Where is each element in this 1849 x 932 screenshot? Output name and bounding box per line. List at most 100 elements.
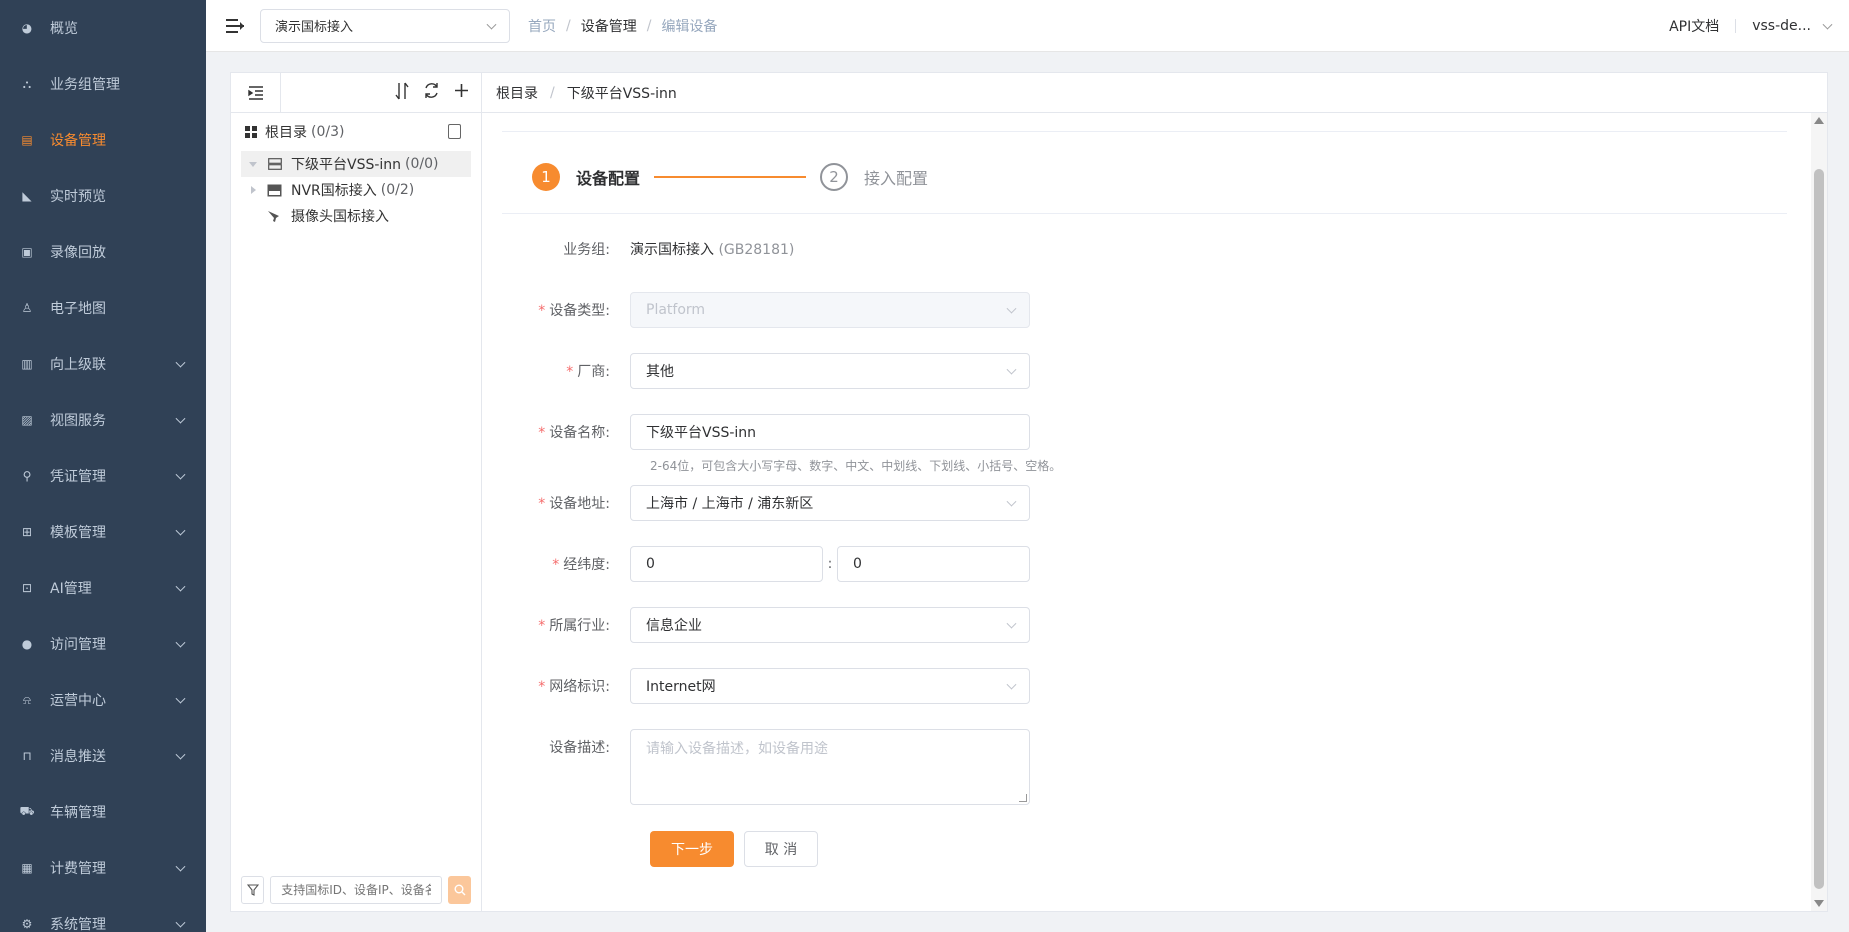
sidebar-item-label: AI管理 <box>50 581 92 597</box>
sidebar-item-8[interactable]: ⚲ 凭证管理 <box>0 448 206 504</box>
device-name-hint: 2-64位，可包含大小写字母、数字、中文、中划线、下划线、小括号、空格。 <box>650 459 1062 473</box>
required-mark: * <box>538 425 546 441</box>
car-icon: ⛟ <box>19 804 35 818</box>
collapse-tree-icon[interactable] <box>231 72 281 113</box>
chevron-down-icon <box>175 581 186 592</box>
sidebar-item-7[interactable]: ▨ 视图服务 <box>0 392 206 448</box>
main-card: 根目录 (0/3) 下级平台VSS-inn (0/0) NVR国标接入 (0/2) 摄像… <box>230 72 1828 912</box>
industry-select[interactable]: 信息企业 <box>630 607 1030 643</box>
bell-icon: ⍾ <box>23 692 31 707</box>
device-name-input[interactable]: 下级平台VSS-inn <box>630 414 1030 450</box>
sidebar-item-5[interactable]: ♙ 电子地图 <box>0 280 206 336</box>
user-menu[interactable]: vss-de... <box>1752 18 1833 34</box>
top-navbar: 演示国标接入 首页 / 设备管理 / 编辑设备 API文档 vss-de... <box>206 0 1849 52</box>
business-group-label: 业务组: <box>563 242 610 258</box>
next-step-button[interactable]: 下一步 <box>650 831 734 867</box>
sidebar-item-label: 向上级联 <box>50 357 106 373</box>
description-placeholder: 请输入设备描述，如设备用途 <box>646 741 828 757</box>
tree-root-count: (0/3) <box>311 124 345 140</box>
sidebar-item-11[interactable]: ● 访问管理 <box>0 616 206 672</box>
sidebar-item-13[interactable]: ⊓ 消息推送 <box>0 728 206 784</box>
api-docs-link[interactable]: API文档 <box>1669 16 1719 36</box>
dashboard-icon: ◕ <box>21 21 33 35</box>
address-cascader[interactable]: 上海市 / 上海市 / 浦东新区 <box>630 485 1030 521</box>
scrollbar[interactable] <box>1811 113 1827 911</box>
sidebar-item-label: 电子地图 <box>50 301 106 317</box>
export-icon[interactable] <box>448 124 461 139</box>
image-icon: ▨ <box>21 413 33 427</box>
search-button[interactable] <box>448 876 471 904</box>
scroll-down-arrow-icon[interactable] <box>1814 900 1824 907</box>
refresh-icon[interactable] <box>423 82 440 103</box>
chevron-down-icon <box>175 469 186 480</box>
grid-icon: ⊞ <box>21 525 33 539</box>
scrollbar-thumb[interactable] <box>1814 169 1824 889</box>
sidebar-item-14[interactable]: ⛟ 车辆管理 <box>0 784 206 840</box>
breadcrumb-home[interactable]: 首页 <box>528 16 556 36</box>
tree-search-input[interactable] <box>270 876 443 904</box>
sidebar-item-12[interactable]: ⍾ 运营中心 <box>0 672 206 728</box>
sidebar-item-6[interactable]: ▥ 向上级联 <box>0 336 206 392</box>
chevron-down-icon <box>486 19 497 30</box>
sort-icon[interactable] <box>395 82 409 104</box>
user-icon: ● <box>21 637 33 651</box>
sidebar-item-label: 模板管理 <box>50 525 106 541</box>
business-group-code: (GB28181) <box>718 242 795 258</box>
tree-node-label: 摄像头国标接入 <box>291 209 389 225</box>
sidebar-item-1[interactable]: ⛬ 业务组管理 <box>0 56 206 112</box>
business-group-select[interactable]: 演示国标接入 <box>260 8 510 43</box>
tree-node[interactable]: 下级平台VSS-inn (0/0) <box>241 151 471 177</box>
expand-toggle-icon[interactable] <box>251 186 256 194</box>
description-label: 设备描述: <box>549 740 610 756</box>
device-icon: ▤ <box>21 133 33 147</box>
network-select[interactable]: Internet网 <box>630 668 1030 704</box>
resize-handle-icon[interactable] <box>1019 794 1027 802</box>
industry-label: 所属行业: <box>549 618 610 634</box>
sidebar-item-3[interactable]: ◣ 实时预览 <box>0 168 206 224</box>
filter-icon[interactable] <box>241 876 265 904</box>
tree-root-label: 根目录 <box>265 125 307 141</box>
form-actions: 下一步 取 消 <box>650 831 818 867</box>
camera-icon: ◣ <box>22 189 32 203</box>
sidebar: ◕ 概览 ⛬ 业务组管理 ▤ 设备管理 ◣ 实时预览 ▣ 录像回放 ♙ 电子地图 ▥ 向上级联 ▨ 视图服务 ⚲… <box>0 0 206 932</box>
business-group-row: 业务组: 演示国标接入 (GB28181) <box>482 231 794 267</box>
business-group-name: 演示国标接入 <box>630 242 714 258</box>
grid-icon <box>245 126 257 138</box>
nvr-icon <box>267 184 282 197</box>
cancel-button[interactable]: 取 消 <box>744 831 818 867</box>
scroll-up-arrow-icon[interactable] <box>1814 117 1824 124</box>
sidebar-item-15[interactable]: ▦ 计费管理 <box>0 840 206 896</box>
vendor-select[interactable]: 其他 <box>630 353 1030 389</box>
description-textarea[interactable]: 请输入设备描述，如设备用途 <box>630 729 1030 805</box>
latitude-input[interactable]: 0 <box>837 546 1030 582</box>
device-type-value: Platform <box>646 302 706 318</box>
device-tree-pane: 根目录 (0/3) 下级平台VSS-inn (0/0) NVR国标接入 (0/2) 摄像… <box>231 72 482 911</box>
chevron-down-icon <box>175 749 186 760</box>
tree-toolbar <box>231 72 481 113</box>
user-name: vss-de... <box>1752 17 1811 34</box>
longitude-input[interactable]: 0 <box>630 546 823 582</box>
chevron-down-icon <box>1006 303 1017 314</box>
required-mark: * <box>566 364 574 380</box>
sidebar-item-4[interactable]: ▣ 录像回放 <box>0 224 206 280</box>
map-pin-icon: ♙ <box>21 301 33 315</box>
tree-node[interactable]: NVR国标接入 (0/2) <box>241 177 471 203</box>
camera-icon <box>267 210 282 223</box>
add-icon[interactable] <box>454 83 469 102</box>
sidebar-item-10[interactable]: ⊡ AI管理 <box>0 560 206 616</box>
expand-toggle-icon[interactable] <box>249 161 257 167</box>
tree-node[interactable]: 摄像头国标接入 <box>241 203 471 229</box>
tree-node-count: (0/2) <box>380 182 415 198</box>
chevron-down-icon <box>175 917 186 928</box>
sidebar-item-0[interactable]: ◕ 概览 <box>0 0 206 56</box>
breadcrumb-device-management[interactable]: 设备管理 <box>581 16 637 36</box>
divider <box>1735 18 1737 33</box>
sidebar-item-16[interactable]: ⚙ 系统管理 <box>0 896 206 932</box>
settings-icon: ⚙ <box>21 917 33 931</box>
tree-root[interactable]: 根目录 (0/3) <box>231 113 481 151</box>
sidebar-item-2[interactable]: ▤ 设备管理 <box>0 112 206 168</box>
hamburger-icon[interactable] <box>226 18 244 33</box>
business-group-value: 演示国标接入 (GB28181) <box>630 239 794 259</box>
form-breadcrumb-root[interactable]: 根目录 <box>496 83 538 103</box>
sidebar-item-9[interactable]: ⊞ 模板管理 <box>0 504 206 560</box>
